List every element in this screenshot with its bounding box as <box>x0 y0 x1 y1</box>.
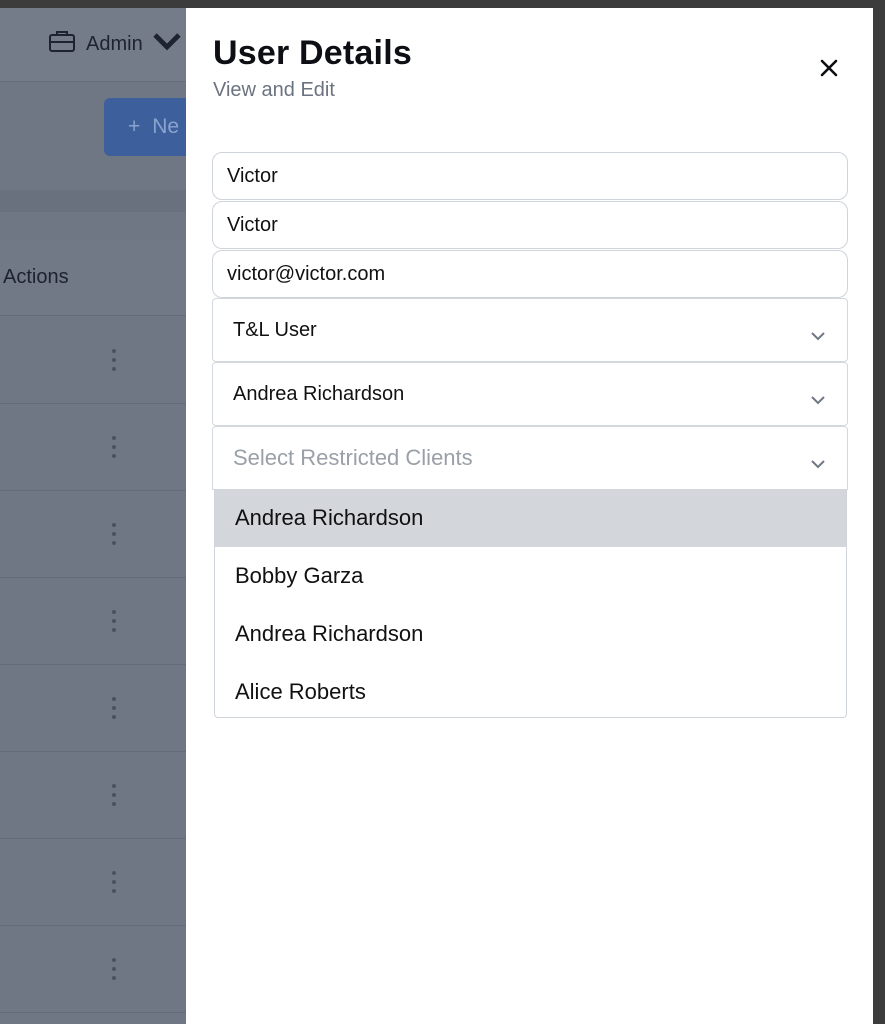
more-vertical-icon[interactable] <box>110 436 118 458</box>
last-name-field[interactable] <box>212 201 848 249</box>
more-vertical-icon[interactable] <box>110 784 118 806</box>
first-name-field[interactable] <box>212 152 848 200</box>
email-field[interactable] <box>212 250 848 298</box>
email-input[interactable] <box>227 262 847 286</box>
more-vertical-icon[interactable] <box>110 349 118 371</box>
table-row <box>0 839 190 926</box>
dropdown-option[interactable]: Bobby Garza <box>215 547 846 605</box>
first-name-input[interactable] <box>227 164 847 188</box>
restricted-clients-placeholder: Select Restricted Clients <box>233 445 473 470</box>
close-icon <box>820 59 838 82</box>
more-vertical-icon[interactable] <box>110 958 118 980</box>
account-label: Admin <box>86 32 143 55</box>
table-row <box>0 404 190 491</box>
briefcase-icon <box>48 29 76 59</box>
manager-select-value: Andrea Richardson <box>233 382 405 405</box>
role-select[interactable]: T&L User <box>212 298 848 362</box>
more-vertical-icon[interactable] <box>110 697 118 719</box>
chevron-down-icon <box>811 388 825 405</box>
table-header-actions: Actions <box>0 240 190 316</box>
background-app: Admin + Ne Actions <box>0 8 204 1024</box>
table-row <box>0 578 190 665</box>
more-vertical-icon[interactable] <box>110 523 118 545</box>
page-title: User Details <box>213 34 412 72</box>
background-header: Admin <box>0 8 190 82</box>
role-select-value: T&L User <box>233 318 317 341</box>
manager-select[interactable]: Andrea Richardson <box>212 362 848 426</box>
table-row <box>0 926 190 1013</box>
new-button-label: Ne <box>152 115 180 138</box>
chevron-down-icon <box>811 324 825 341</box>
actions-header-label: Actions <box>3 266 69 288</box>
table-row <box>0 317 190 404</box>
restricted-clients-dropdown: Andrea Richardson Bobby Garza Andrea Richa… <box>214 489 847 718</box>
dropdown-option[interactable]: Andrea Richardson <box>215 489 846 547</box>
dropdown-option[interactable]: Alice Roberts <box>215 663 846 717</box>
table-row <box>0 752 190 839</box>
page-subtitle: View and Edit <box>213 79 335 101</box>
account-menu[interactable]: Admin <box>48 28 181 60</box>
close-button[interactable] <box>815 56 843 84</box>
user-details-drawer: User Details View and Edit T&L User Andr… <box>186 8 873 1024</box>
page: Admin + Ne Actions User Details View and… <box>0 0 885 1024</box>
table-row <box>0 665 190 752</box>
background-divider <box>0 190 190 212</box>
more-vertical-icon[interactable] <box>110 610 118 632</box>
last-name-input[interactable] <box>227 213 847 237</box>
chevron-down-icon <box>811 452 825 469</box>
table-row <box>0 491 190 578</box>
chevron-down-icon <box>153 29 181 59</box>
restricted-clients-select[interactable]: Select Restricted Clients <box>212 426 848 490</box>
plus-icon: + <box>128 115 141 138</box>
more-vertical-icon[interactable] <box>110 871 118 893</box>
dropdown-option[interactable]: Andrea Richardson <box>215 605 846 663</box>
